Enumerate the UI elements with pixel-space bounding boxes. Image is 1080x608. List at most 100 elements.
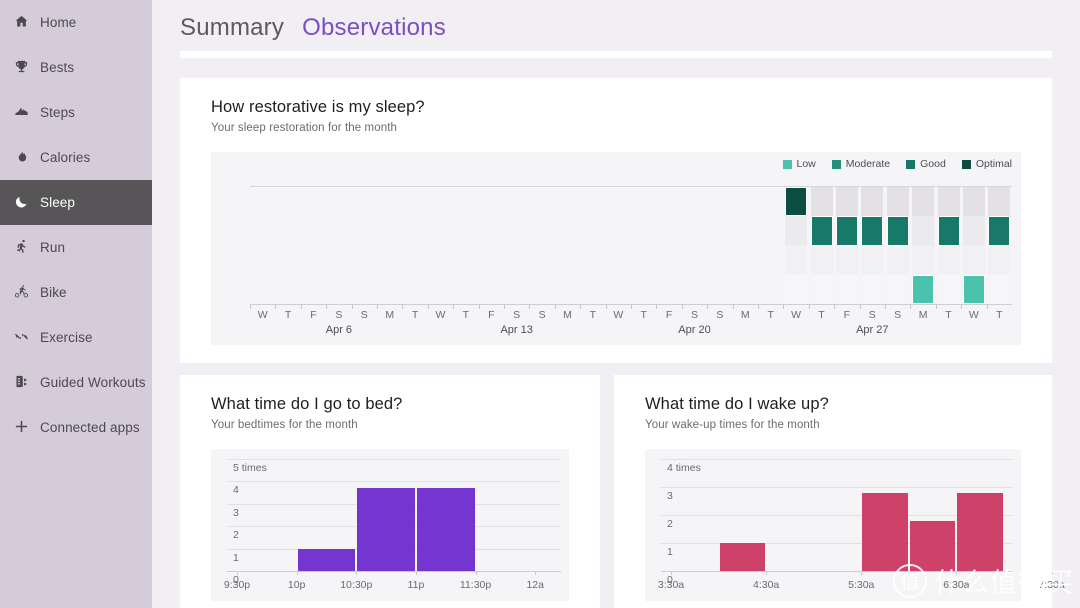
tab-observations[interactable]: Observations [302, 14, 446, 42]
restoration-column[interactable] [937, 187, 960, 304]
restoration-bar-good[interactable] [937, 216, 960, 246]
restoration-track [937, 187, 960, 304]
restoration-bar-low[interactable] [912, 274, 935, 304]
chart-legend: Low Moderate Good Optimal [782, 158, 1012, 170]
page-title-wakeup: What time do I wake up? [645, 395, 829, 413]
y-axis-label: 2 [233, 529, 239, 542]
restoration-track [835, 187, 858, 304]
x-axis-label: 10p [287, 579, 306, 591]
histogram-bar[interactable] [416, 488, 475, 571]
sidebar-item-exercise[interactable]: Exercise [0, 315, 152, 360]
x-axis-tick [766, 571, 768, 575]
axis-day-label: S [335, 309, 343, 321]
x-axis-baseline [661, 571, 1013, 572]
sidebar-item-sleep[interactable]: Sleep [0, 180, 152, 225]
x-axis-label: 11:30p [459, 579, 492, 591]
axis-day-label: F [665, 309, 673, 321]
legend-entry-moderate[interactable]: Moderate [831, 158, 890, 170]
axis-day-label: F [843, 309, 851, 321]
y-axis-label: 1 [667, 546, 673, 558]
restoration-bar-good[interactable] [835, 216, 858, 246]
sidebar-item-calories[interactable]: Calories [0, 135, 152, 180]
histogram-bar[interactable] [909, 520, 956, 571]
axis-day-label: T [411, 309, 419, 321]
axis-day-label: M [740, 309, 750, 321]
gridline [227, 481, 561, 483]
legend-label: Good [920, 158, 946, 170]
card-sleep-restoration: How restorative is my sleep? Your sleep … [180, 78, 1052, 363]
restoration-column[interactable] [861, 187, 884, 304]
restoration-column[interactable] [886, 187, 909, 304]
histogram-bar[interactable] [957, 492, 1003, 571]
y-axis-label: 5 times [233, 462, 267, 474]
axis-day-label: S [513, 309, 521, 321]
axis-day-label: T [996, 309, 1003, 321]
x-axis-label: 3:30a [657, 579, 685, 591]
axis-day-label: T [640, 309, 647, 321]
card-subtitle-restorative: Your sleep restoration for the month [211, 122, 398, 134]
restoration-bar-good[interactable] [861, 216, 884, 246]
axis-day-label: T [284, 309, 292, 321]
page-title-bedtime: What time do I go to bed? [211, 395, 403, 413]
restoration-column[interactable] [988, 187, 1011, 304]
histogram-bar[interactable] [297, 548, 356, 571]
restoration-column[interactable] [785, 187, 808, 304]
plus-icon [14, 419, 40, 436]
axis-week-label: Apr 27 [856, 324, 889, 336]
card-subtitle-bedtime: Your bedtimes for the month [211, 419, 358, 431]
sidebar-item-steps[interactable]: Steps [0, 90, 152, 135]
restoration-bar-low[interactable] [962, 274, 985, 304]
legend-swatch-icon [906, 159, 916, 169]
restoration-column[interactable] [810, 187, 833, 304]
x-axis-tick [956, 571, 958, 575]
gridline [227, 459, 561, 460]
sidebar-item-run[interactable]: Run [0, 225, 152, 270]
axis-day-label: W [791, 309, 802, 321]
card-bedtime: What time do I go to bed? Your bedtimes … [180, 375, 600, 608]
restoration-bar-optimal[interactable] [785, 187, 808, 217]
axis-day-label: S [716, 309, 724, 321]
x-axis-label: 7:30a [1038, 579, 1065, 591]
sidebar-item-bike[interactable]: Bike [0, 270, 152, 315]
app-root: Home Bests Steps Calories Sleep Run Bike Exerci… [0, 0, 1080, 608]
axis-day-label: S [690, 309, 698, 321]
sidebar-item-guided-workouts[interactable]: Guided Workouts [0, 360, 152, 405]
sidebar-item-label: Connected apps [40, 420, 140, 435]
sidebar-item-label: Steps [40, 105, 76, 120]
x-axis-baseline [227, 571, 561, 572]
legend-entry-optimal[interactable]: Optimal [961, 158, 1012, 170]
restoration-column[interactable] [912, 187, 935, 304]
restoration-plot-area [250, 186, 1012, 304]
bicycle-icon [14, 284, 40, 301]
histogram-bar[interactable] [719, 543, 766, 571]
restoration-column[interactable] [835, 187, 858, 304]
wakeup-plot-area: 4 times 3 2 1 0 3:30a 4:30a 5:30a 6:30a 7:30a [645, 449, 1065, 601]
restoration-bar-good[interactable] [886, 216, 909, 246]
legend-entry-good[interactable]: Good [906, 158, 946, 170]
restoration-bar-good[interactable] [810, 216, 833, 246]
sidebar-item-home[interactable]: Home [0, 0, 152, 45]
sidebar-item-connected-apps[interactable]: Connected apps [0, 405, 152, 450]
histogram-bar[interactable] [862, 492, 908, 571]
legend-swatch-icon [831, 159, 841, 169]
x-axis-label: 11p [407, 579, 425, 591]
tab-summary[interactable]: Summary [180, 14, 284, 42]
home-icon [14, 14, 40, 31]
restoration-column[interactable] [962, 187, 985, 304]
axis-day-label: W [435, 309, 446, 321]
x-axis-tick [671, 571, 672, 575]
sidebar-item-bests[interactable]: Bests [0, 45, 152, 90]
restoration-bar-good[interactable] [988, 216, 1011, 246]
sidebar-item-label: Calories [40, 150, 91, 165]
page-title-restorative: How restorative is my sleep? [211, 98, 425, 116]
y-axis-label: 4 times [667, 462, 701, 474]
histogram-bar[interactable] [357, 488, 415, 571]
y-axis-label: 4 [233, 484, 239, 497]
x-axis-tick [356, 571, 358, 575]
sidebar-item-label: Bests [40, 60, 75, 75]
axis-day-label: W [257, 309, 268, 321]
legend-entry-low[interactable]: Low [782, 158, 816, 170]
x-axis-label: 5:30a [848, 579, 875, 591]
x-axis-tick [861, 571, 863, 575]
restoration-track [810, 187, 833, 304]
